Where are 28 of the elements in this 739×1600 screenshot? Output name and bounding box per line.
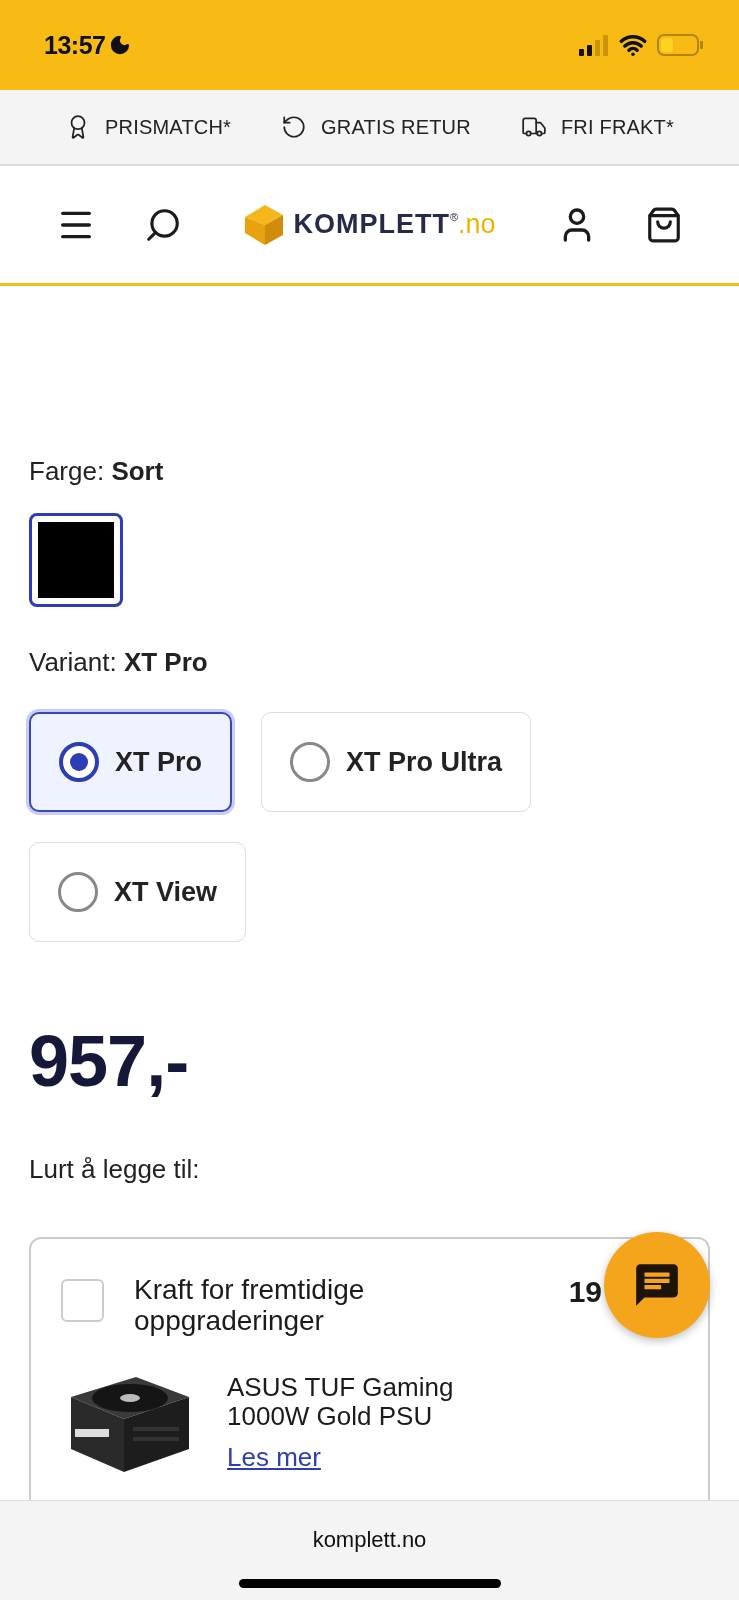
- benefit-label: GRATIS RETUR: [321, 115, 471, 139]
- logo-text[interactable]: KOMPLETT: [293, 209, 450, 240]
- chat-button[interactable]: [604, 1232, 710, 1338]
- benefit-label: PRISMATCH*: [105, 115, 232, 139]
- status-time: 13:57: [44, 30, 106, 60]
- variant-option[interactable]: XT View: [29, 842, 247, 942]
- variant-option[interactable]: XT Pro Ultra: [261, 712, 532, 812]
- price: 957,-: [29, 1020, 190, 1102]
- color-swatch[interactable]: [29, 513, 123, 607]
- url-text[interactable]: komplett.no: [312, 1527, 427, 1553]
- variant-option[interactable]: XT Pro: [29, 712, 232, 812]
- truck-icon: [520, 114, 547, 140]
- moon-icon: [109, 34, 132, 56]
- bag-icon[interactable]: [645, 205, 683, 244]
- addon-checkbox[interactable]: [61, 1279, 104, 1322]
- battery-icon: [657, 34, 703, 56]
- rotate-icon: [281, 114, 308, 140]
- color-label: Farge: Sort: [29, 456, 165, 487]
- addon-heading: Kraft for fremtidige oppgraderinger: [134, 1275, 366, 1337]
- signal-icon: [579, 34, 609, 56]
- read-more-link[interactable]: Les mer: [227, 1442, 321, 1474]
- logo-icon[interactable]: [243, 202, 286, 247]
- variant-label: Variant: XT Pro: [29, 647, 209, 678]
- addons-title: Lurt å legge til:: [29, 1154, 201, 1185]
- addon-price: 19: [568, 1275, 602, 1309]
- benefit-label: FRI FRAKT*: [560, 115, 674, 139]
- product-name: ASUS TUF Gaming 1000W Gold PSU: [227, 1372, 455, 1433]
- registered-mark: ®: [449, 211, 459, 223]
